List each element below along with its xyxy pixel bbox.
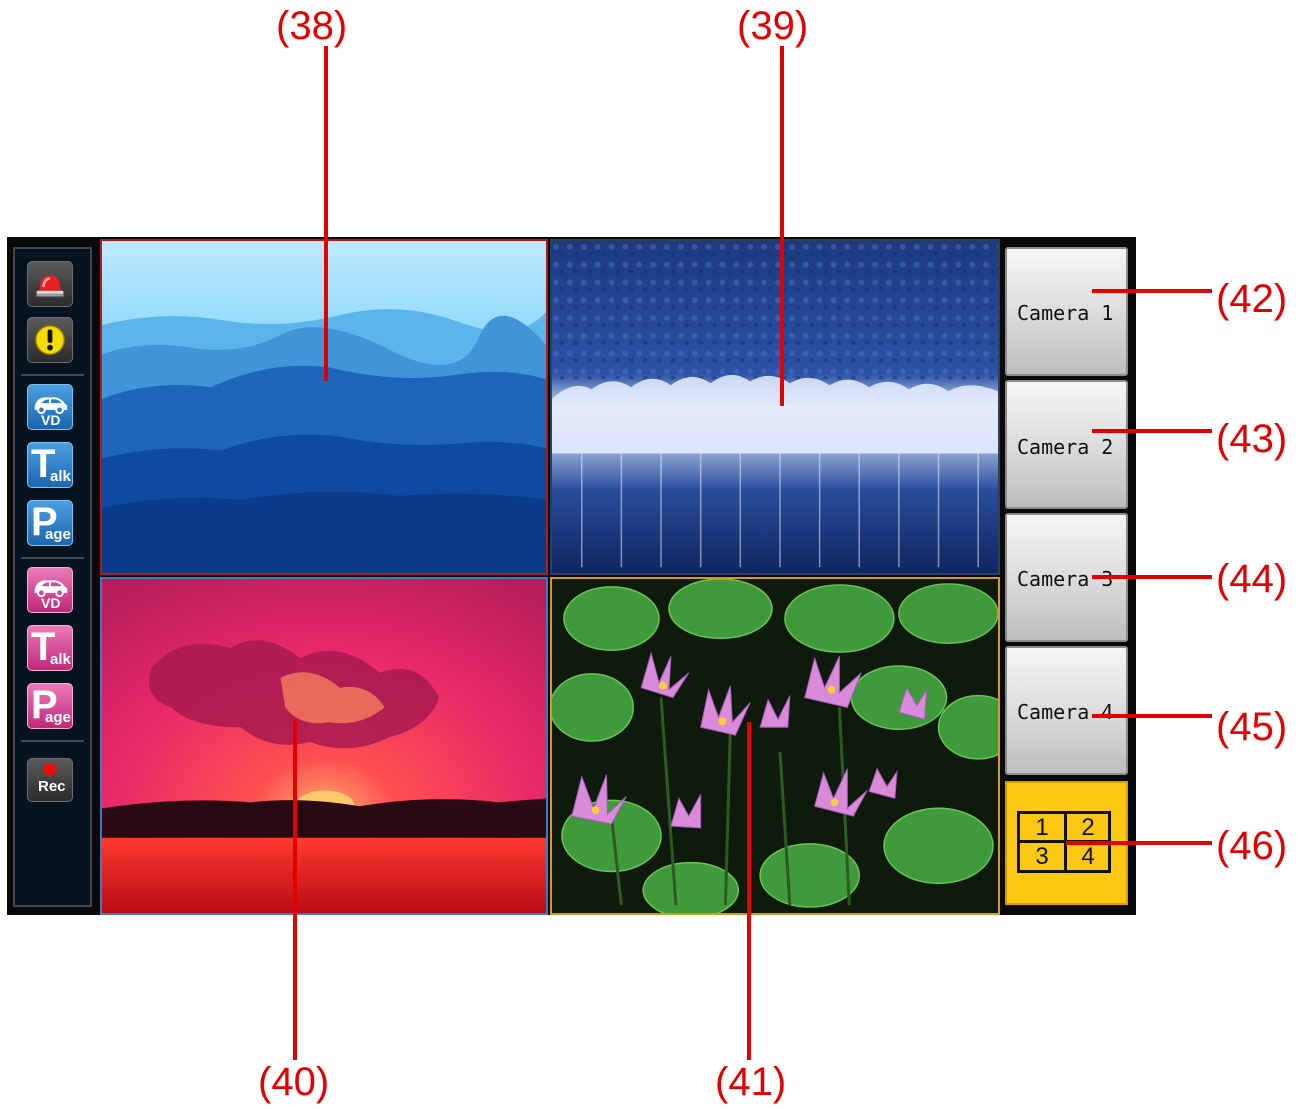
- record-button[interactable]: Rec: [27, 758, 73, 802]
- camera-view-2[interactable]: [550, 239, 1000, 575]
- alarm-button[interactable]: [27, 261, 73, 307]
- camera-4-label: Camera 4: [1017, 700, 1114, 724]
- water-lilies-image: [552, 579, 998, 913]
- alarm-light-icon: [36, 275, 64, 297]
- talk-rest-pink: alk: [50, 651, 71, 668]
- snowy-forest-image: [552, 241, 998, 573]
- record-label: Rec: [38, 778, 66, 795]
- camera-3-label: Camera 3: [1017, 567, 1114, 591]
- callout-39: (39): [737, 4, 809, 48]
- leader-line-46: [1066, 841, 1212, 845]
- quad-cell-1: 1: [1035, 814, 1049, 841]
- page-button-pink[interactable]: P age: [27, 683, 73, 729]
- talk-rest-blue: alk: [50, 468, 71, 485]
- page-button-blue[interactable]: P age: [27, 500, 73, 546]
- callout-44: (44): [1216, 557, 1288, 601]
- page-rest-pink: age: [45, 709, 71, 726]
- vd-button-blue[interactable]: VD: [27, 384, 73, 430]
- camera-view-4[interactable]: [550, 577, 1000, 915]
- leader-line-43: [1092, 429, 1212, 433]
- leader-line-40: [293, 720, 297, 1060]
- callout-38: (38): [276, 4, 348, 48]
- vd-button-pink[interactable]: VD: [27, 567, 73, 613]
- leader-line-38: [324, 46, 328, 381]
- quad-cell-4: 4: [1081, 843, 1095, 870]
- quad-cell-3: 3: [1035, 843, 1049, 870]
- toolbar-divider: [21, 557, 84, 559]
- toolbar-divider: [21, 374, 84, 376]
- camera-view-3[interactable]: [100, 577, 548, 915]
- camera-1-label: Camera 1: [1017, 301, 1114, 325]
- leader-line-41: [747, 722, 751, 1060]
- page-rest-blue: age: [45, 526, 71, 543]
- warning-button[interactable]: [27, 317, 73, 363]
- callout-41: (41): [715, 1060, 787, 1104]
- callout-40: (40): [258, 1060, 330, 1104]
- leader-line-42: [1092, 289, 1212, 293]
- vd-label-blue: VD: [41, 412, 61, 428]
- exclamation-icon: [34, 324, 66, 356]
- callout-45: (45): [1216, 705, 1288, 749]
- talk-button-blue[interactable]: T alk: [27, 442, 73, 488]
- talk-button-pink[interactable]: T alk: [27, 625, 73, 671]
- leader-line-44: [1092, 575, 1212, 579]
- leader-line-45: [1092, 714, 1212, 718]
- vd-label-pink: VD: [41, 595, 61, 611]
- callout-43: (43): [1216, 417, 1288, 461]
- camera-2-button[interactable]: Camera 2: [1005, 380, 1128, 509]
- quad-cell-2: 2: [1081, 814, 1095, 841]
- toolbar: VD T alk P age VD T alk P age Rec: [13, 247, 92, 907]
- sunset-image: [102, 579, 546, 913]
- camera-1-button[interactable]: Camera 1: [1005, 247, 1128, 376]
- callout-42: (42): [1216, 277, 1288, 321]
- leader-line-39: [780, 46, 784, 406]
- camera-4-button[interactable]: Camera 4: [1005, 646, 1128, 775]
- camera-2-label: Camera 2: [1017, 435, 1114, 459]
- callout-46: (46): [1216, 824, 1288, 868]
- toolbar-divider: [21, 740, 84, 742]
